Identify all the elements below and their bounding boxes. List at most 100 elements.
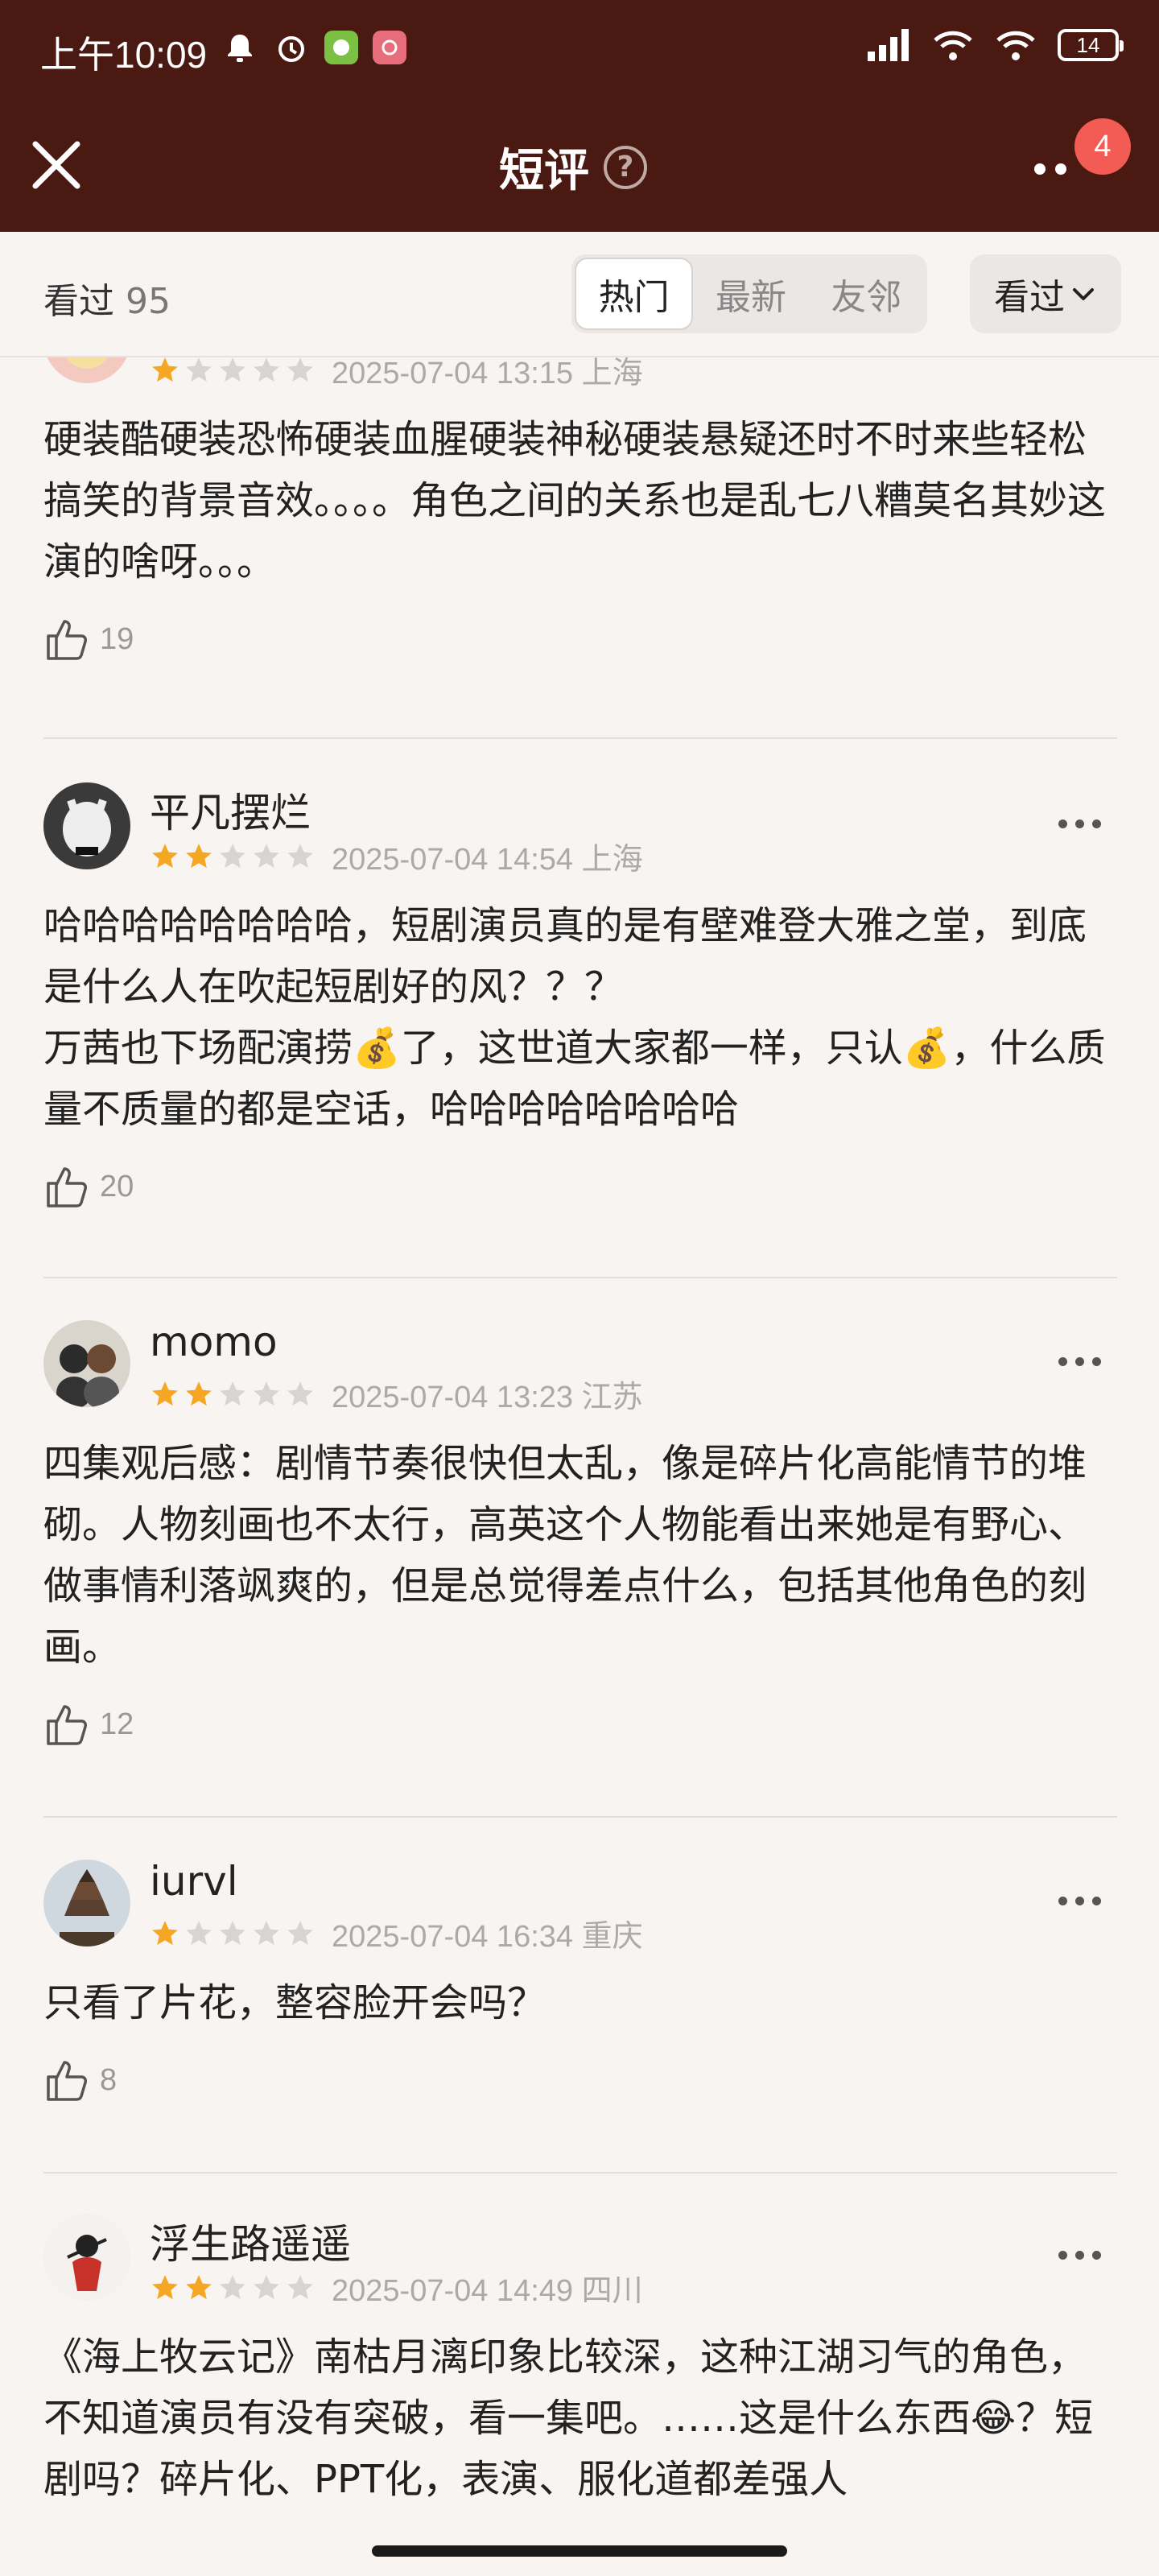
- battery-icon: 14: [1058, 29, 1124, 61]
- status-notification-icons: [221, 29, 406, 66]
- star-empty-icon: [287, 2274, 313, 2299]
- watched-filter-label: 看过: [994, 277, 1065, 318]
- chevron-down-icon: [1073, 288, 1094, 300]
- comment-date: 2025-07-04 14:49 四川: [332, 2274, 643, 2308]
- watched-filter-dropdown[interactable]: 看过: [970, 254, 1121, 333]
- tab-latest[interactable]: 最新: [693, 258, 808, 330]
- comment-text: 硬装酷硬装恐怖硬装血腥硬装神秘硬装悬疑还时不时来些轻松搞笑的背景音效。。。。角色…: [43, 417, 1107, 584]
- comment-text: 只看了片花，整容脸开会吗？: [43, 1980, 547, 2025]
- comment-date: 2025-07-04 13:23 江苏: [332, 1381, 643, 1414]
- watched-count-label: 看过 95: [43, 272, 171, 324]
- home-indicator[interactable]: [372, 2545, 787, 2557]
- star-filled-icon: [152, 357, 178, 382]
- rating-stars: [150, 1918, 316, 1949]
- like-button[interactable]: 19: [43, 615, 1117, 663]
- like-count: 8: [100, 2062, 118, 2097]
- comment-more-button[interactable]: [1058, 1357, 1101, 1366]
- close-icon: [32, 141, 80, 189]
- star-empty-icon: [287, 1920, 313, 1945]
- close-button[interactable]: [24, 133, 89, 197]
- like-count: 19: [100, 621, 134, 656]
- app-notification-icon: [373, 31, 406, 64]
- notification-badge: 4: [1074, 118, 1131, 175]
- star-empty-icon: [254, 1381, 279, 1406]
- star-empty-icon: [254, 357, 279, 382]
- app-header: 上午10:09 14 短评 ? 4: [0, 0, 1159, 232]
- comment-more-button[interactable]: [1058, 819, 1101, 828]
- comment-item: 平凡摆烂 2025-07-04 14:54 上海 哈哈哈哈哈哈哈哈，短剧演员真的…: [43, 782, 1117, 1211]
- rating-stars: [150, 1379, 316, 1410]
- star-filled-icon: [152, 843, 178, 868]
- alarm-icon: [273, 29, 310, 66]
- signal-icon: [868, 29, 909, 61]
- wifi-icon: [996, 31, 1035, 60]
- comment-text: 《海上牧云记》南枯月漓印象比较深，这种江湖习气的角色，不知道演员有没有突破，看一…: [43, 2334, 1094, 2502]
- tab-friends[interactable]: 友邻: [809, 258, 924, 330]
- star-filled-icon: [152, 2274, 178, 2299]
- username[interactable]: 浮生路遥遥: [150, 2212, 351, 2270]
- comment-text: 哈哈哈哈哈哈哈哈，短剧演员真的是有壁难登大雅之堂，到底是什么人在吹起短剧好的风？…: [43, 903, 1106, 1132]
- avatar[interactable]: [43, 782, 130, 869]
- wifi-icon: [934, 31, 972, 60]
- star-empty-icon: [220, 357, 245, 382]
- divider: [43, 2172, 1117, 2174]
- like-count: 12: [100, 1707, 134, 1741]
- divider: [43, 737, 1117, 739]
- username[interactable]: iurvl: [150, 1858, 238, 1905]
- comment-item: 2025-07-04 13:15 上海 硬装酷硬装恐怖硬装血腥硬装神秘硬装悬疑还…: [43, 357, 1117, 663]
- comment-more-button[interactable]: [1058, 2251, 1101, 2260]
- comment-more-button[interactable]: [1058, 1897, 1101, 1905]
- comment-list: 2025-07-04 13:15 上海 硬装酷硬装恐怖硬装血腥硬装神秘硬装悬疑还…: [0, 357, 1159, 2531]
- star-empty-icon: [220, 1381, 245, 1406]
- username[interactable]: 平凡摆烂: [150, 781, 311, 839]
- avatar[interactable]: [43, 1320, 130, 1407]
- like-button[interactable]: 12: [43, 1700, 1117, 1748]
- star-empty-icon: [186, 1920, 212, 1945]
- status-bar: 上午10:09 14: [0, 0, 1159, 101]
- nav-bar: 短评 ? 4: [0, 101, 1159, 232]
- thumbs-up-icon: [47, 620, 87, 660]
- help-icon[interactable]: ?: [604, 145, 647, 189]
- comment-item: iurvl 2025-07-04 16:34 重庆 只看了片花，整容脸开会吗？ …: [43, 1858, 1117, 2104]
- star-empty-icon: [287, 357, 313, 382]
- comment-date: 2025-07-04 16:34 重庆: [332, 1920, 643, 1954]
- more-dot: [1034, 163, 1046, 175]
- avatar[interactable]: [43, 1860, 130, 1946]
- avatar[interactable]: [43, 357, 130, 383]
- filter-bar: 看过 95 热门 最新 友邻 看过: [0, 232, 1159, 357]
- comment-date: 2025-07-04 13:15 上海: [332, 357, 643, 390]
- like-button[interactable]: 20: [43, 1162, 1117, 1211]
- comment-date: 2025-07-04 14:54 上海: [332, 843, 643, 877]
- comment-item: 浮生路遥遥 2025-07-04 14:49 四川 《海上牧云记》南枯月漓印象比…: [43, 2214, 1117, 2510]
- divider: [43, 1816, 1117, 1818]
- thumbs-up-icon: [47, 1167, 87, 1208]
- divider: [43, 1277, 1117, 1278]
- status-system-icons: 14: [866, 27, 1124, 63]
- bell-off-icon: [221, 29, 258, 66]
- star-filled-icon: [186, 2274, 212, 2299]
- comment-text: 四集观后感：剧情节奏很快但太乱，像是碎片化高能情节的堆砌。人物刻画也不太行，高英…: [43, 1441, 1087, 1670]
- like-count: 20: [100, 1169, 134, 1203]
- more-button[interactable]: [1034, 157, 1083, 181]
- rating-stars: [150, 2273, 316, 2303]
- page-title: 短评: [499, 145, 589, 197]
- star-filled-icon: [186, 1381, 212, 1406]
- rating-stars: [150, 841, 316, 872]
- star-empty-icon: [186, 357, 212, 382]
- star-empty-icon: [220, 1920, 245, 1945]
- thumbs-up-icon: [47, 2061, 87, 2101]
- like-button[interactable]: 8: [43, 2056, 1117, 2104]
- star-empty-icon: [254, 843, 279, 868]
- watched-count: 95: [126, 281, 171, 322]
- tab-hot[interactable]: 热门: [575, 258, 694, 330]
- sort-segmented-control: 热门 最新 友邻: [571, 254, 927, 333]
- more-dot: [1055, 163, 1066, 175]
- watched-label-text: 看过: [43, 281, 114, 322]
- avatar[interactable]: [43, 2214, 130, 2301]
- star-filled-icon: [152, 1381, 178, 1406]
- rating-stars: [150, 357, 316, 386]
- star-filled-icon: [186, 843, 212, 868]
- status-time: 上午10:09: [40, 34, 208, 76]
- username[interactable]: momo: [150, 1319, 278, 1365]
- star-empty-icon: [220, 2274, 245, 2299]
